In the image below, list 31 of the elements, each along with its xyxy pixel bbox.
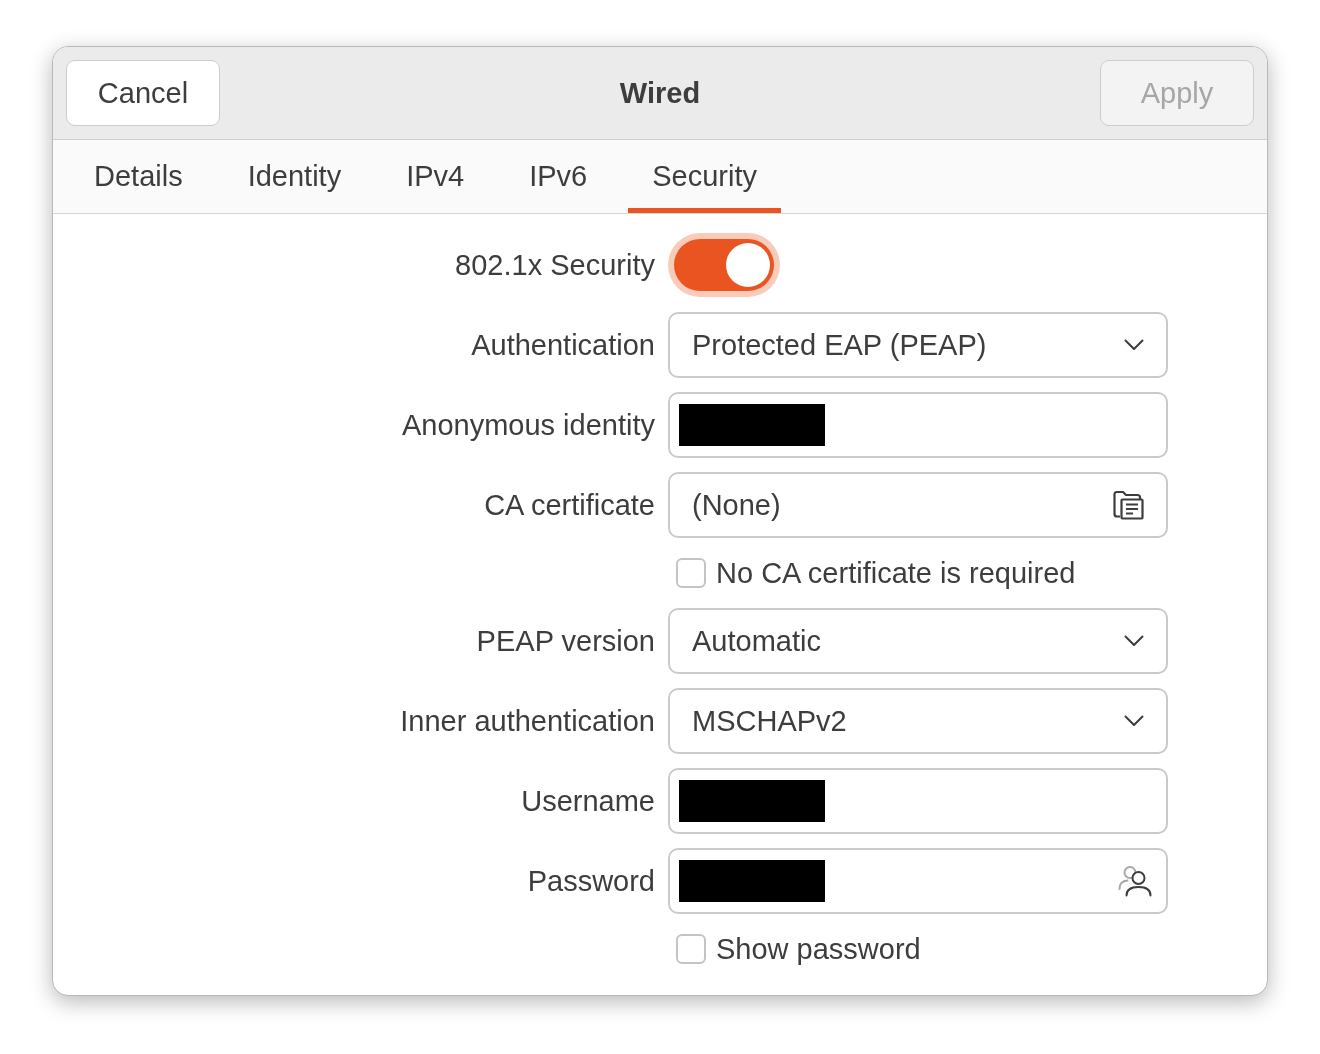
people-icon — [1118, 865, 1152, 897]
folder-document-icon — [1112, 490, 1144, 520]
checkbox[interactable] — [676, 934, 706, 964]
field-label: Password — [527, 863, 655, 899]
tab[interactable]: Details — [70, 140, 207, 213]
field-label: CA certificate — [484, 487, 655, 523]
checkbox[interactable] — [676, 558, 706, 588]
tab[interactable]: IPv6 — [505, 140, 612, 213]
text-field[interactable] — [668, 392, 1168, 458]
file-chooser-button[interactable]: (None) — [668, 472, 1168, 538]
tab[interactable]: Security — [628, 140, 781, 213]
field-label: 802.1x Security — [455, 247, 655, 283]
window-title: Wired — [619, 75, 701, 111]
chevron-down-icon — [1124, 715, 1144, 727]
checkbox-label[interactable]: No CA certificate is required — [716, 555, 1076, 591]
dropdown[interactable]: Protected EAP (PEAP) — [668, 312, 1168, 378]
cancel-button[interactable]: Cancel — [66, 60, 220, 126]
dropdown[interactable]: Automatic — [668, 608, 1168, 674]
field-label: Anonymous identity — [401, 407, 655, 443]
password-field[interactable] — [668, 848, 1168, 914]
field-label: PEAP version — [476, 623, 655, 659]
tab[interactable]: IPv4 — [382, 140, 489, 213]
tab[interactable]: Identity — [223, 140, 366, 213]
field-label: Username — [521, 783, 655, 819]
field-label: Authentication — [471, 327, 655, 363]
chevron-down-icon — [1124, 339, 1144, 351]
chevron-down-icon — [1124, 635, 1144, 647]
dropdown[interactable]: MSCHAPv2 — [668, 688, 1168, 754]
field-label: Inner authentication — [400, 703, 655, 739]
text-field[interactable] — [668, 768, 1168, 834]
checkbox-label[interactable]: Show password — [716, 931, 921, 967]
